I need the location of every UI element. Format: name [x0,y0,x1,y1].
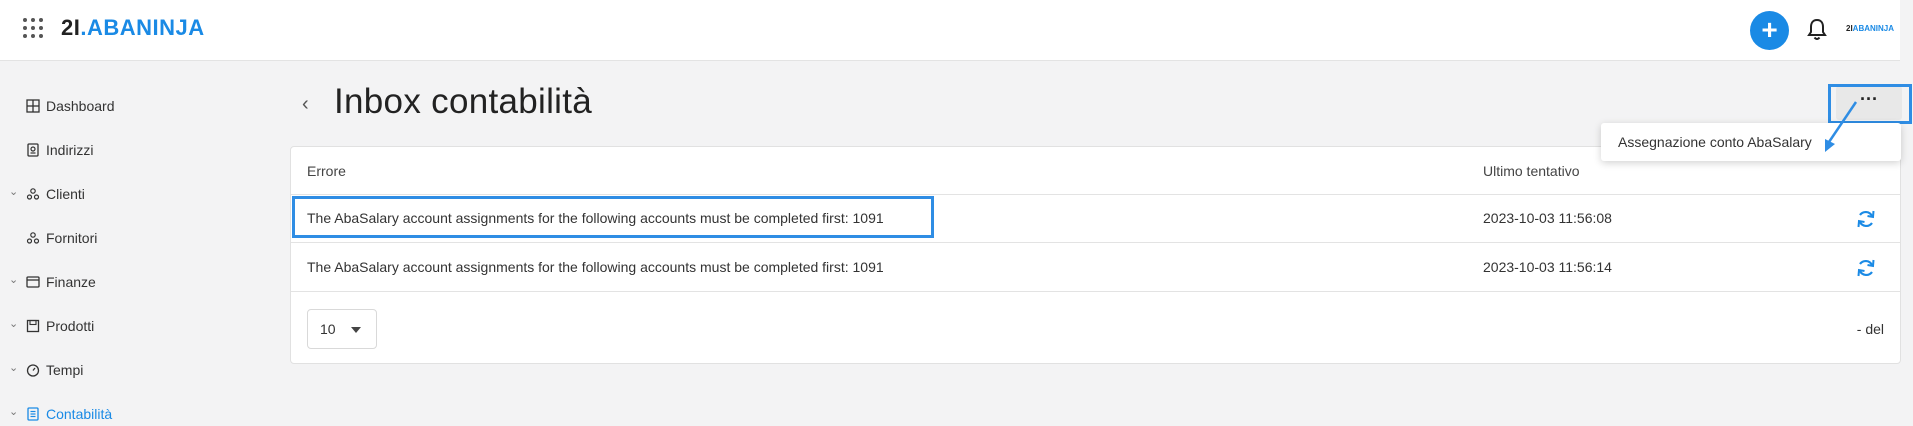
sidebar-item-dashboard[interactable]: Dashboard [0,91,260,121]
chevron-down-icon[interactable]: ⌄ [9,319,18,330]
sidebar-item-label: Indirizzi [46,142,94,158]
page-size-value: 10 [320,321,336,337]
column-header-last-attempt: Ultimo tentativo [1483,163,1580,179]
sidebar-item-label: Tempi [46,362,84,378]
bell-icon[interactable] [1806,18,1828,42]
last-attempt-timestamp: 2023-10-03 11:56:14 [1483,259,1612,275]
error-table-card: Errore Ultimo tentativo The AbaSalary ac… [290,146,1901,364]
page-title: Inbox contabilità [334,82,593,121]
sidebar-item-fornitori[interactable]: Fornitori [0,223,260,253]
error-message: The AbaSalary account assignments for th… [307,259,884,275]
dashboard-icon [26,99,40,113]
sidebar-item-label: Fornitori [46,230,98,246]
sidebar-item-label: Clienti [46,186,85,202]
sidebar-item-tempi[interactable]: ⌄ Tempi [0,355,260,385]
time-icon [26,364,40,377]
chevron-down-icon[interactable]: ⌄ [9,187,18,198]
annotation-arrow-icon [1825,101,1858,152]
top-bar: 2I.ABANINJA + 2IABANINJA [0,0,1900,61]
sidebar: Dashboard Indirizzi ⌄ Clienti Fornitori … [0,62,280,426]
retry-icon[interactable] [1855,257,1877,279]
suppliers-icon [26,232,40,244]
last-attempt-timestamp: 2023-10-03 11:56:08 [1483,210,1612,226]
chevron-down-icon[interactable]: ⌄ [9,275,18,286]
sidebar-item-contabilita[interactable]: ⌄ Contabilità [0,399,260,426]
table-row[interactable]: The AbaSalary account assignments for th… [291,244,1900,292]
apps-grid-icon[interactable] [23,18,45,40]
sidebar-item-label: Dashboard [46,98,115,114]
company-logo[interactable]: 2IABANINJA [1846,24,1894,33]
logo[interactable]: 2I.ABANINJA [61,15,205,41]
sidebar-item-label: Contabilità [46,406,113,422]
products-icon [26,319,40,333]
caret-down-icon [351,327,361,333]
finance-icon [26,276,40,288]
sidebar-item-prodotti[interactable]: ⌄ Prodotti [0,311,260,341]
chevron-down-icon[interactable]: ⌄ [9,363,18,374]
sidebar-item-clienti[interactable]: ⌄ Clienti [0,179,260,209]
add-button[interactable]: + [1750,11,1789,50]
clients-icon [26,188,40,200]
back-chevron-icon[interactable]: ‹ [302,93,309,116]
column-header-error: Errore [307,163,346,179]
accounting-icon [27,407,39,421]
sidebar-item-label: Finanze [46,274,96,290]
sidebar-item-label: Prodotti [46,318,95,334]
sidebar-item-finanze[interactable]: ⌄ Finanze [0,267,260,297]
sidebar-item-indirizzi[interactable]: Indirizzi [0,135,260,165]
chevron-down-icon[interactable]: ⌄ [9,407,18,418]
pagination-info: - del [1856,321,1884,337]
page-size-select[interactable]: 10 [307,309,377,349]
annotation-highlight-box [292,196,934,238]
address-book-icon [27,143,39,157]
retry-icon[interactable] [1855,208,1877,230]
menu-item-assign-abasalary[interactable]: Assegnazione conto AbaSalary [1618,134,1812,150]
